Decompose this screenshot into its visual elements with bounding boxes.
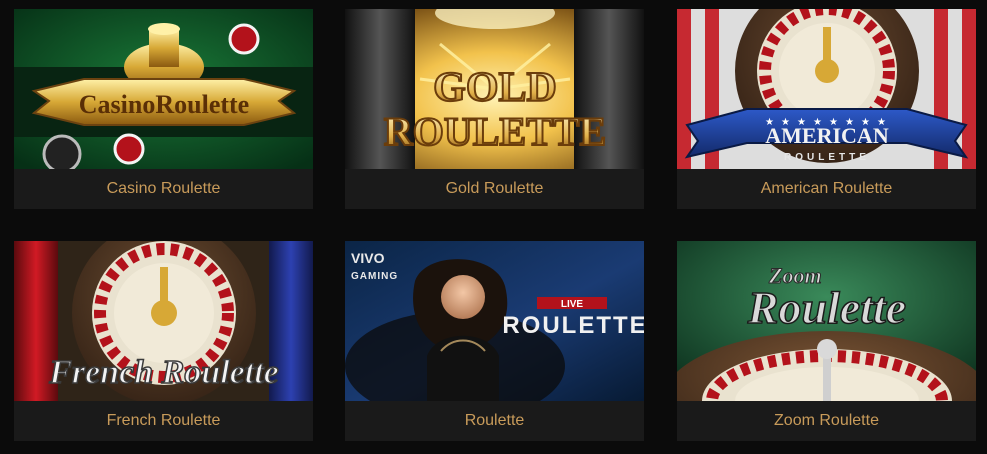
game-title: Zoom Roulette [774,412,879,429]
live-badge-text: LIVE [561,299,584,310]
game-art-title-line2: ROULETTE [384,109,606,154]
game-art-title: French Roulette [48,354,279,391]
roulette-wheel-icon: French Roulette [14,241,313,401]
brand-vivo: VIVO [351,250,385,266]
game-art-title-line1: GOLD [433,65,557,111]
game-title: Gold Roulette [445,180,544,197]
game-title: Roulette [464,412,525,429]
game-art-title-line2: ROULETTE [784,152,870,163]
game-title: French Roulette [106,412,221,429]
game-art-title: CasinoRoulette [79,90,249,119]
game-art-title: ROULETTE [502,312,644,339]
game-grid: CasinoRoulette Casino Roulette GOLD ROUL… [0,0,987,454]
brand-gaming: GAMING [351,271,398,282]
roulette-wheel-icon: Zoom Roulette [677,241,976,401]
roulette-trophy-icon: CasinoRoulette [14,9,313,169]
game-card-zoom-roulette[interactable]: Zoom Roulette Zoom Roulette [677,241,976,441]
live-dealer-icon: VIVO GAMING LIVE ROULETTE [345,241,644,401]
game-thumbnail[interactable]: VIVO GAMING LIVE ROULETTE [345,241,644,401]
game-thumbnail[interactable]: ★ ★ ★ ★ ★ ★ ★ ★ AMERICAN ROULETTE [677,9,976,169]
game-card-roulette[interactable]: VIVO GAMING LIVE ROULETTE Roulette [345,241,644,441]
game-art-title-line1: AMERICAN [765,123,889,148]
game-thumbnail[interactable]: GOLD ROULETTE [345,9,644,169]
stage-curtain-icon: GOLD ROULETTE [345,9,644,169]
game-card-american-roulette[interactable]: ★ ★ ★ ★ ★ ★ ★ ★ AMERICAN ROULETTE American Rou… [677,9,976,209]
game-art-title-line2: Roulette [747,282,906,333]
game-card-french-roulette[interactable]: French Roulette French Roulette [14,241,313,441]
game-thumbnail[interactable]: French Roulette [14,241,313,401]
game-title: American Roulette [760,180,893,197]
game-thumbnail[interactable]: Zoom Roulette [677,241,976,401]
roulette-wheel-icon: ★ ★ ★ ★ ★ ★ ★ ★ AMERICAN ROULETTE [677,9,976,169]
game-title: Casino Roulette [106,180,221,197]
game-thumbnail[interactable]: CasinoRoulette [14,9,313,169]
game-card-casino-roulette[interactable]: CasinoRoulette Casino Roulette [14,9,313,209]
game-card-gold-roulette[interactable]: GOLD ROULETTE Gold Roulette [345,9,644,209]
